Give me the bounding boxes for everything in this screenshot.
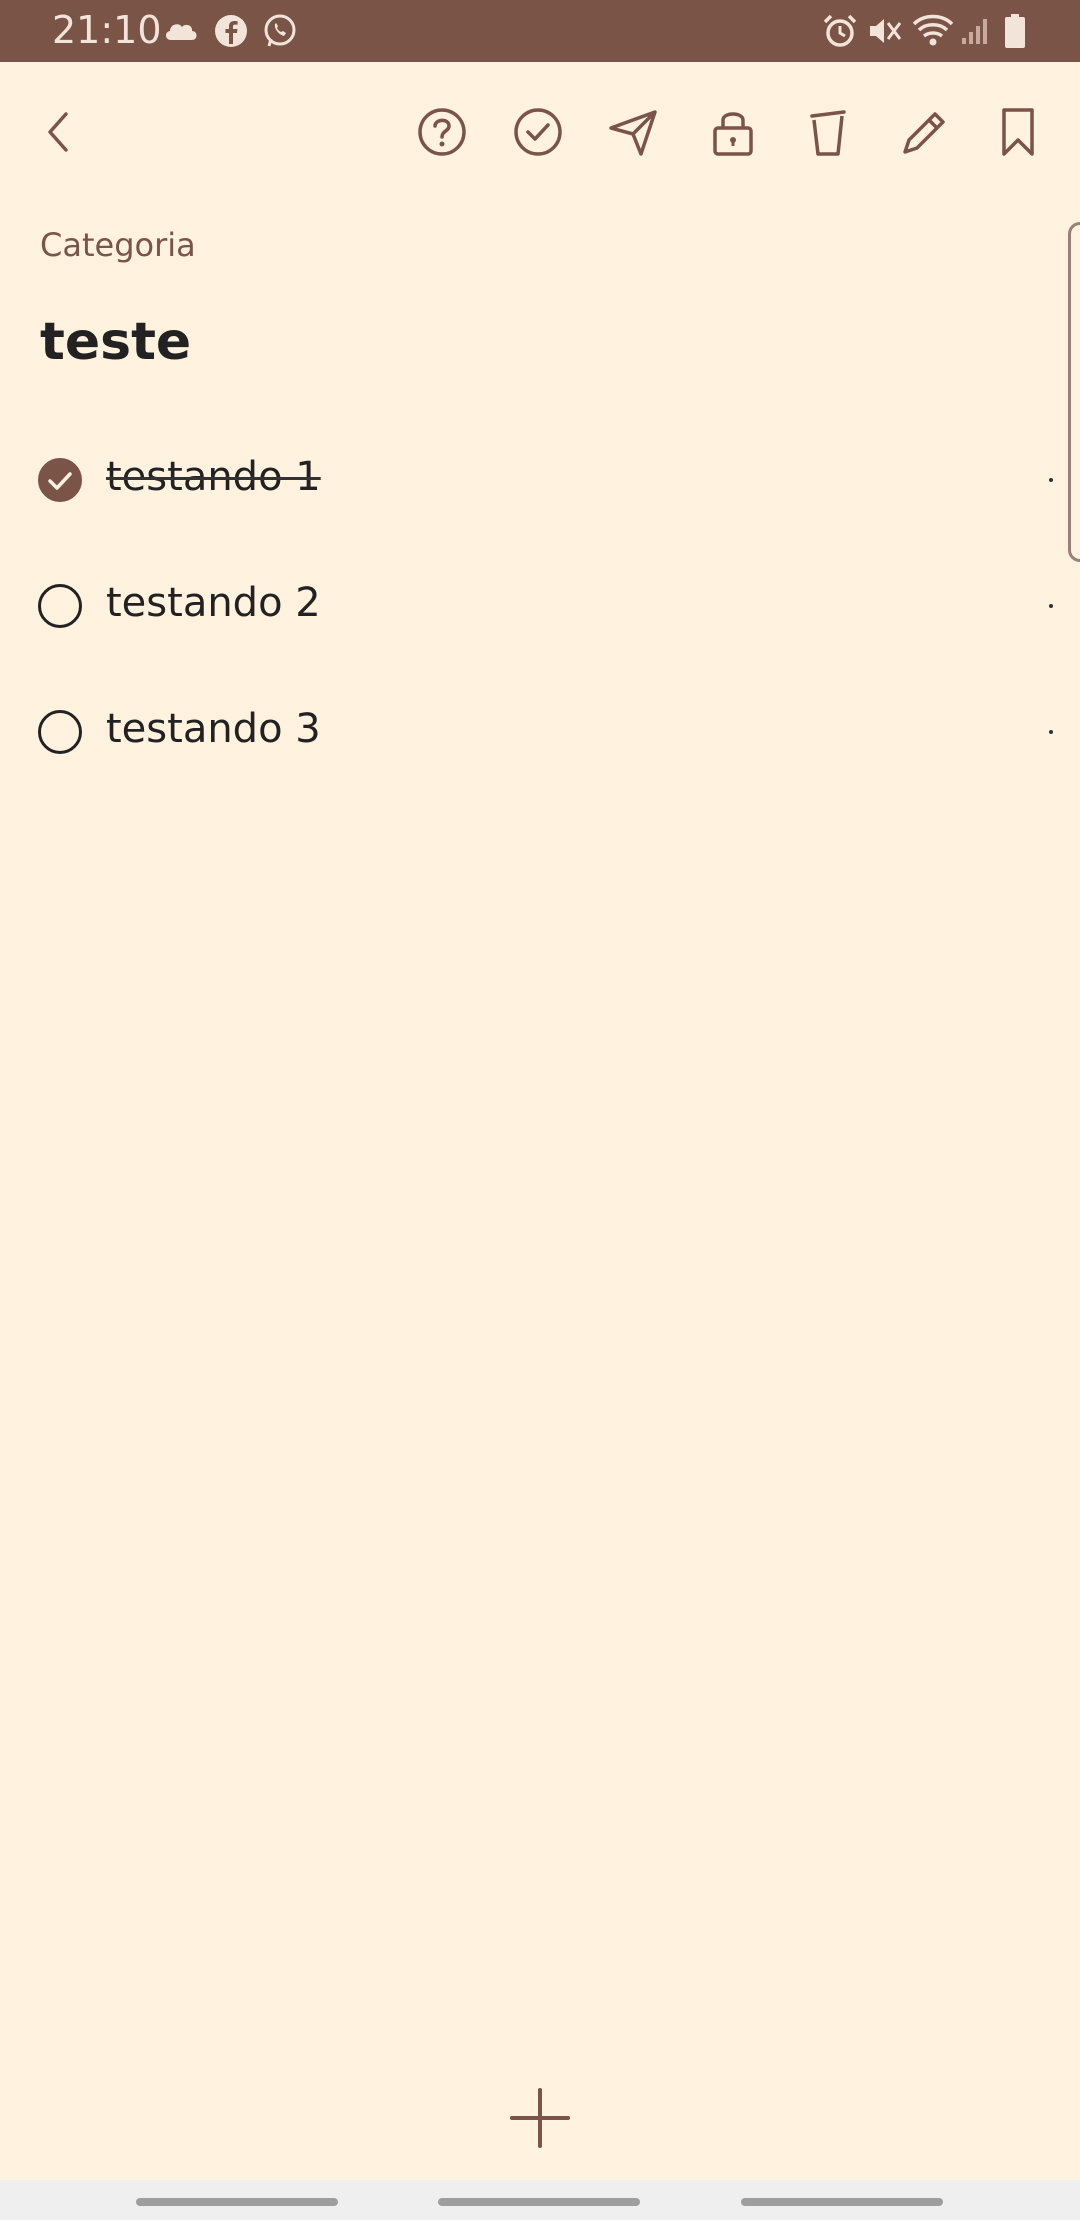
help-icon xyxy=(418,108,466,156)
delete-button[interactable] xyxy=(788,92,868,172)
checklist-item[interactable]: testando 2 xyxy=(0,554,1080,664)
checklist-item-text[interactable]: testando 3 xyxy=(106,706,321,752)
lock-icon xyxy=(713,112,753,156)
mute-icon xyxy=(866,14,902,52)
check-circle-icon xyxy=(514,108,562,156)
lock-button[interactable] xyxy=(693,92,773,172)
nav-home-handle[interactable] xyxy=(438,2198,640,2206)
wifi-icon xyxy=(912,14,954,52)
item-handle-dot xyxy=(1049,478,1053,482)
complete-button[interactable] xyxy=(498,92,578,172)
checkbox-unchecked[interactable] xyxy=(38,584,82,628)
checkbox-unchecked[interactable] xyxy=(38,710,82,754)
plus-icon xyxy=(510,2088,570,2148)
toolbar xyxy=(0,62,1080,202)
note-screen: 21:10 Categoria teste testando 1 testand… xyxy=(0,0,1080,2220)
note-category[interactable]: Categoria xyxy=(40,226,196,264)
battery-icon xyxy=(1004,13,1026,53)
checklist-item[interactable]: testando 3 xyxy=(0,680,1080,790)
nav-recents-handle[interactable] xyxy=(136,2198,338,2206)
whatsapp-icon xyxy=(262,13,298,53)
bookmark-icon xyxy=(1002,108,1034,156)
status-bar: 21:10 xyxy=(0,0,1080,62)
nav-back-handle[interactable] xyxy=(741,2198,943,2206)
back-button[interactable] xyxy=(20,92,100,172)
trash-icon xyxy=(810,110,846,156)
checkmark-icon xyxy=(48,472,72,490)
status-time: 21:10 xyxy=(52,8,162,52)
help-button[interactable] xyxy=(402,92,482,172)
navigation-bar xyxy=(0,2180,1080,2220)
facebook-icon xyxy=(214,14,248,52)
item-handle-dot xyxy=(1049,730,1053,734)
back-icon xyxy=(48,112,68,152)
cloud-icon xyxy=(163,18,199,46)
edit-icon xyxy=(903,112,945,154)
checkbox-checked[interactable] xyxy=(38,458,82,502)
alarm-icon xyxy=(822,13,858,53)
checklist-item-text[interactable]: testando 2 xyxy=(106,580,321,626)
edit-button[interactable] xyxy=(885,92,965,172)
signal-icon xyxy=(960,14,992,50)
send-icon xyxy=(609,110,657,156)
item-handle-dot xyxy=(1049,604,1053,608)
checklist-item[interactable]: testando 1 xyxy=(0,428,1080,538)
note-title[interactable]: teste xyxy=(40,312,191,372)
bookmark-button[interactable] xyxy=(978,92,1058,172)
checklist-item-text[interactable]: testando 1 xyxy=(106,454,321,500)
send-button[interactable] xyxy=(593,92,673,172)
add-item-button[interactable] xyxy=(500,2078,580,2158)
side-drawer-handle[interactable] xyxy=(1068,222,1080,562)
